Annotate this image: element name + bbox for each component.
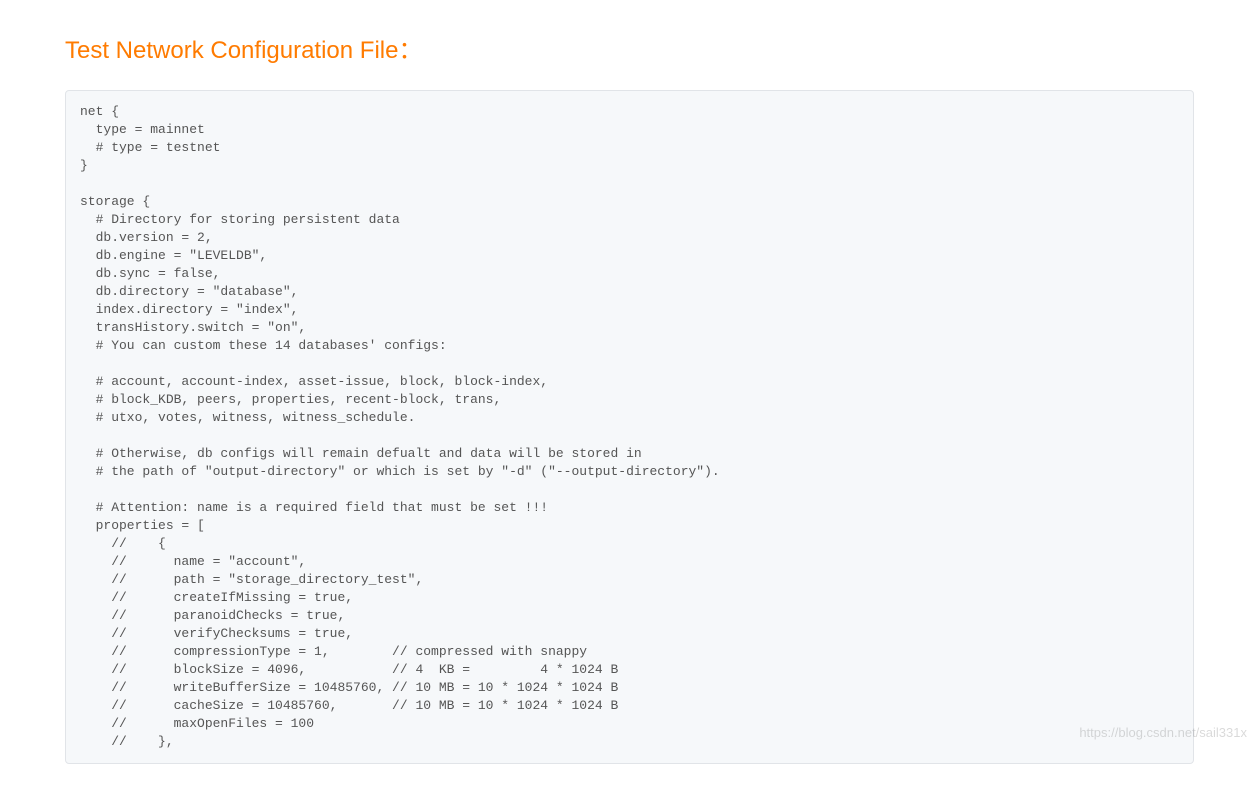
section-heading: Test Network Configuration File： xyxy=(65,30,1194,65)
code-block: net { type = mainnet # type = testnet } … xyxy=(65,90,1194,764)
